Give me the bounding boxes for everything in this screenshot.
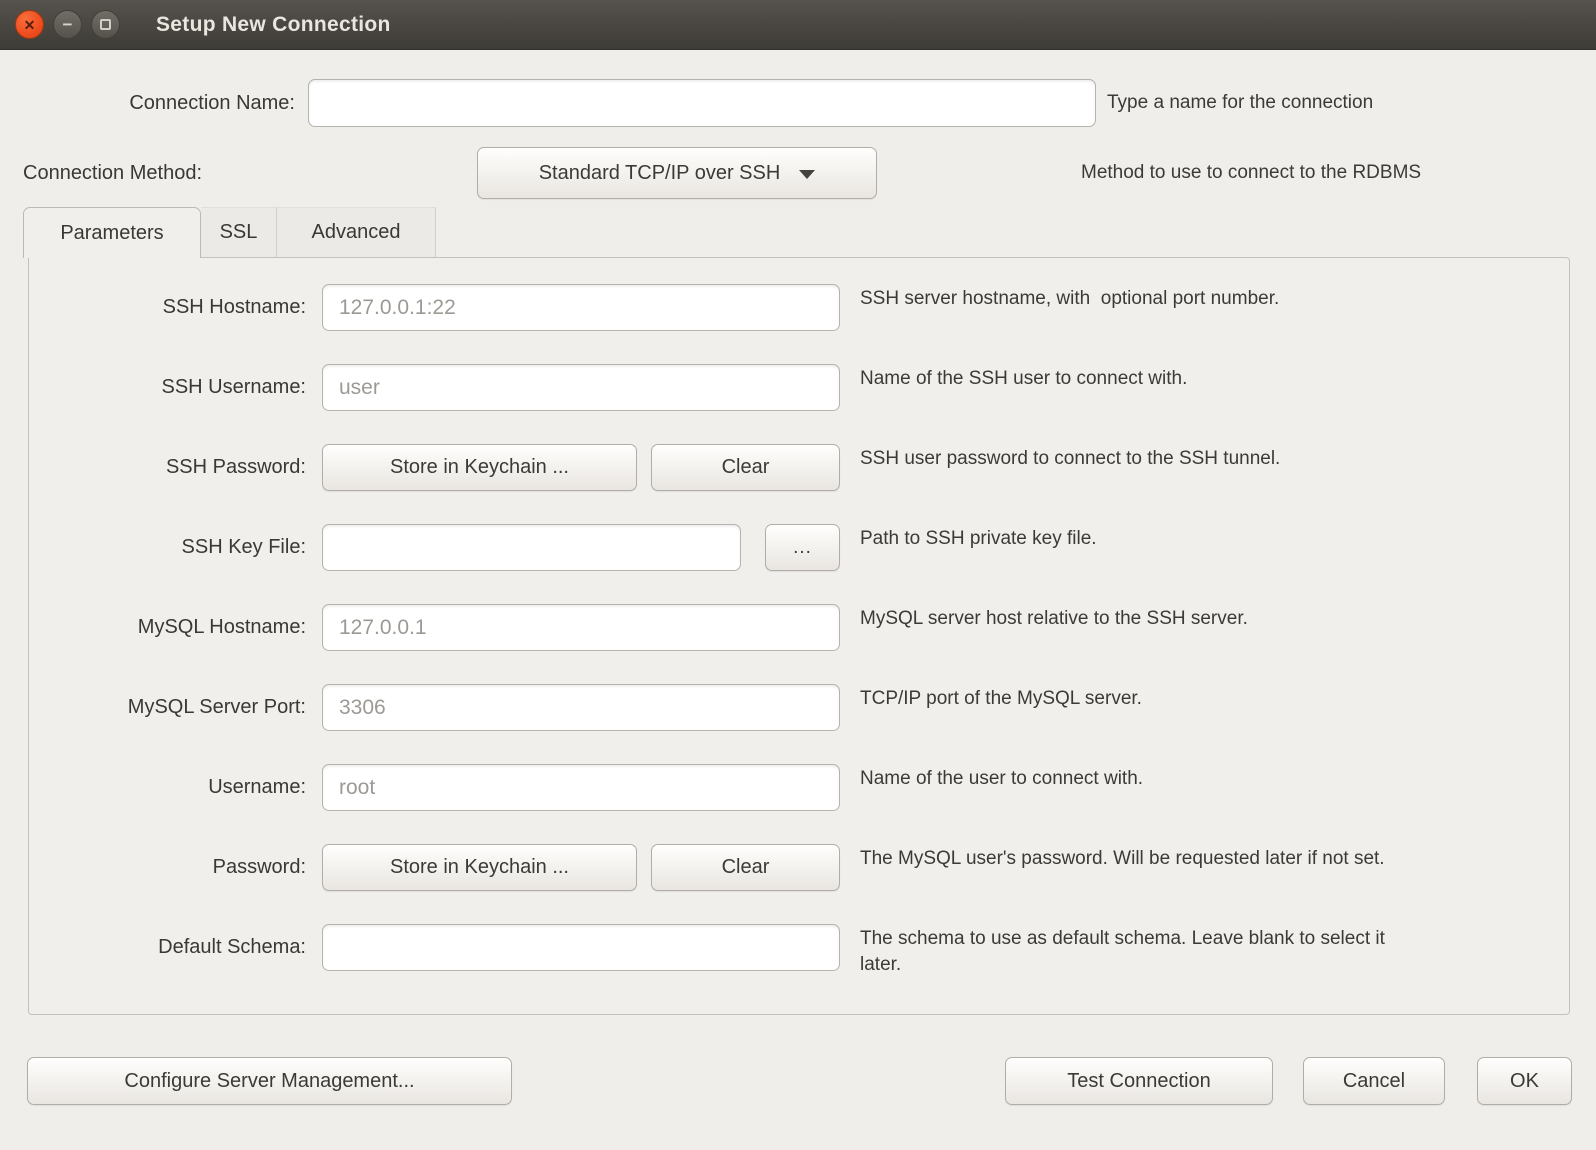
connection-method-dropdown[interactable]: Standard TCP/IP over SSH xyxy=(477,147,877,199)
ssh-password-hint: SSH user password to connect to the SSH … xyxy=(860,444,1280,472)
username-input[interactable] xyxy=(322,764,840,811)
username-hint: Name of the user to connect with. xyxy=(860,764,1143,792)
default-schema-input[interactable] xyxy=(322,924,840,971)
connection-name-hint: Type a name for the connection xyxy=(1107,92,1373,114)
close-glyph: ✕ xyxy=(24,18,36,32)
password-store-keychain-button[interactable]: Store in Keychain ... xyxy=(322,844,637,891)
cancel-button[interactable]: Cancel xyxy=(1303,1057,1445,1105)
connection-method-hint: Method to use to connect to the RDBMS xyxy=(1081,162,1421,184)
ssh-username-label: SSH Username: xyxy=(29,364,306,411)
titlebar: ✕ − Setup New Connection xyxy=(0,0,1596,50)
connection-method-value: Standard TCP/IP over SSH xyxy=(539,162,781,185)
username-label: Username: xyxy=(29,764,306,811)
mysql-hostname-input[interactable] xyxy=(322,604,840,651)
ssh-hostname-hint: SSH server hostname, with optional port … xyxy=(860,284,1279,312)
ssh-hostname-label: SSH Hostname: xyxy=(29,284,306,331)
password-hint: The MySQL user's password. Will be reque… xyxy=(860,844,1385,872)
mysql-port-input[interactable] xyxy=(322,684,840,731)
ssh-password-row: SSH Password: Store in Keychain ... Clea… xyxy=(29,444,1569,491)
mysql-hostname-row: MySQL Hostname: MySQL server host relati… xyxy=(29,604,1569,651)
ssh-hostname-row: SSH Hostname: SSH server hostname, with … xyxy=(29,284,1569,331)
connection-method-row: Connection Method: Standard TCP/IP over … xyxy=(0,147,1596,199)
connection-method-label: Connection Method: xyxy=(0,162,477,185)
ssh-password-store-keychain-button[interactable]: Store in Keychain ... xyxy=(322,444,637,491)
ssh-key-file-row: SSH Key File: ... Path to SSH private ke… xyxy=(29,524,1569,571)
username-row: Username: Name of the user to connect wi… xyxy=(29,764,1569,811)
default-schema-hint: The schema to use as default schema. Lea… xyxy=(860,924,1385,978)
window-title: Setup New Connection xyxy=(156,13,391,37)
tab-parameters[interactable]: Parameters xyxy=(23,207,201,258)
tab-advanced[interactable]: Advanced xyxy=(277,207,436,257)
connection-name-input[interactable] xyxy=(308,79,1096,127)
ssh-hostname-input[interactable] xyxy=(322,284,840,331)
configure-server-management-button[interactable]: Configure Server Management... xyxy=(27,1057,512,1105)
ssh-password-clear-button[interactable]: Clear xyxy=(651,444,840,491)
mysql-hostname-hint: MySQL server host relative to the SSH se… xyxy=(860,604,1248,632)
password-label: Password: xyxy=(29,844,306,891)
ssh-key-file-label: SSH Key File: xyxy=(29,524,306,571)
ssh-key-file-browse-button[interactable]: ... xyxy=(765,524,840,571)
ssh-password-label: SSH Password: xyxy=(29,444,306,491)
ssh-username-row: SSH Username: Name of the SSH user to co… xyxy=(29,364,1569,411)
minimize-glyph: − xyxy=(63,16,73,33)
mysql-port-label: MySQL Server Port: xyxy=(29,684,306,731)
footer-bar: Configure Server Management... Test Conn… xyxy=(0,1057,1596,1105)
maximize-glyph xyxy=(100,19,111,30)
ok-button[interactable]: OK xyxy=(1477,1057,1572,1105)
parameters-panel: SSH Hostname: SSH server hostname, with … xyxy=(28,257,1570,1015)
mysql-hostname-label: MySQL Hostname: xyxy=(29,604,306,651)
test-connection-button[interactable]: Test Connection xyxy=(1005,1057,1273,1105)
ssh-key-file-hint: Path to SSH private key file. xyxy=(860,524,1097,552)
chevron-down-icon xyxy=(799,170,815,179)
ssh-username-hint: Name of the SSH user to connect with. xyxy=(860,364,1187,392)
minimize-icon[interactable]: − xyxy=(53,10,82,39)
password-row: Password: Store in Keychain ... Clear Th… xyxy=(29,844,1569,891)
default-schema-row: Default Schema: The schema to use as def… xyxy=(29,924,1569,978)
mysql-port-row: MySQL Server Port: TCP/IP port of the My… xyxy=(29,684,1569,731)
tab-bar: Parameters SSL Advanced xyxy=(23,207,1596,257)
close-icon[interactable]: ✕ xyxy=(15,10,44,39)
connection-name-row: Connection Name: Type a name for the con… xyxy=(0,79,1596,127)
mysql-port-hint: TCP/IP port of the MySQL server. xyxy=(860,684,1142,712)
default-schema-label: Default Schema: xyxy=(29,924,306,971)
password-clear-button[interactable]: Clear xyxy=(651,844,840,891)
ssh-key-file-input[interactable] xyxy=(322,524,741,571)
tab-ssl[interactable]: SSL xyxy=(201,207,277,257)
ssh-username-input[interactable] xyxy=(322,364,840,411)
maximize-icon[interactable] xyxy=(91,10,120,39)
connection-name-label: Connection Name: xyxy=(0,79,295,127)
